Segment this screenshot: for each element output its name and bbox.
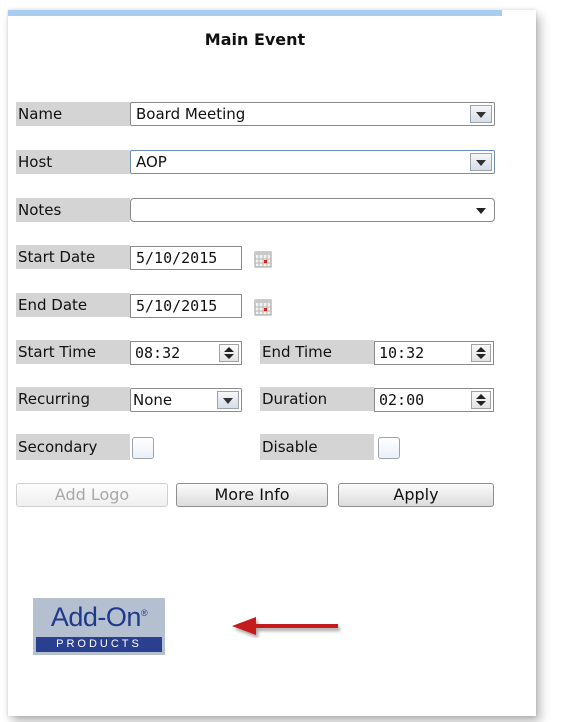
chevron-down-icon[interactable] <box>470 153 492 171</box>
end-date-value: 5/10/2015 <box>136 297 218 315</box>
registered-mark: ® <box>140 608 148 618</box>
start-time-spinner[interactable]: 08:32 <box>130 341 242 365</box>
recurring-select[interactable]: None <box>130 388 242 412</box>
spinner-icon[interactable] <box>219 344 239 362</box>
chevron-down-icon[interactable] <box>470 105 492 123</box>
spinner-icon[interactable] <box>471 344 491 362</box>
duration-value: 02:00 <box>379 391 425 409</box>
start-time-value: 08:32 <box>135 344 181 362</box>
recurring-label: Recurring <box>16 387 130 411</box>
duration-label: Duration <box>260 387 374 411</box>
name-select[interactable]: Board Meeting <box>130 102 495 126</box>
host-value: AOP <box>136 153 167 171</box>
notes-select[interactable] <box>130 198 495 222</box>
disable-label: Disable <box>260 434 374 460</box>
notes-label: Notes <box>16 198 130 222</box>
start-date-value: 5/10/2015 <box>136 249 218 267</box>
add-logo-button[interactable]: Add Logo <box>16 483 168 507</box>
end-date-input[interactable]: 5/10/2015 <box>130 294 242 318</box>
name-value: Board Meeting <box>136 105 246 123</box>
end-date-label: End Date <box>16 293 130 317</box>
start-date-label: Start Date <box>16 245 130 269</box>
apply-button[interactable]: Apply <box>338 483 494 507</box>
start-time-label: Start Time <box>16 340 130 364</box>
end-time-label: End Time <box>260 340 374 364</box>
main-event-panel: Main Event Name Board Meeting Host AOP N… <box>8 10 536 716</box>
red-arrow-icon <box>232 617 338 635</box>
more-info-button[interactable]: More Info <box>176 483 328 507</box>
disable-checkbox[interactable] <box>378 437 400 459</box>
recurring-value: None <box>133 391 173 409</box>
calendar-icon[interactable] <box>254 250 272 268</box>
logo-line1: Add-On <box>50 602 142 632</box>
calendar-icon[interactable] <box>254 298 272 316</box>
name-label: Name <box>16 102 130 126</box>
host-select[interactable]: AOP <box>130 150 495 174</box>
host-label: Host <box>16 150 130 174</box>
chevron-down-icon[interactable] <box>217 391 239 409</box>
duration-spinner[interactable]: 02:00 <box>374 388 494 412</box>
end-time-value: 10:32 <box>379 344 425 362</box>
logo-wordmark: Add-On® <box>33 602 165 633</box>
chevron-down-icon[interactable] <box>476 208 486 214</box>
start-date-input[interactable]: 5/10/2015 <box>130 246 242 270</box>
dialog-title: Main Event <box>204 30 306 49</box>
spinner-icon[interactable] <box>471 391 491 409</box>
end-time-spinner[interactable]: 10:32 <box>374 341 494 365</box>
logo-line2: PRODUCTS <box>36 637 162 652</box>
secondary-label: Secondary <box>16 434 130 460</box>
accent-bar <box>8 10 502 16</box>
add-on-products-logo: Add-On® PRODUCTS <box>33 598 165 655</box>
secondary-checkbox[interactable] <box>132 437 154 459</box>
